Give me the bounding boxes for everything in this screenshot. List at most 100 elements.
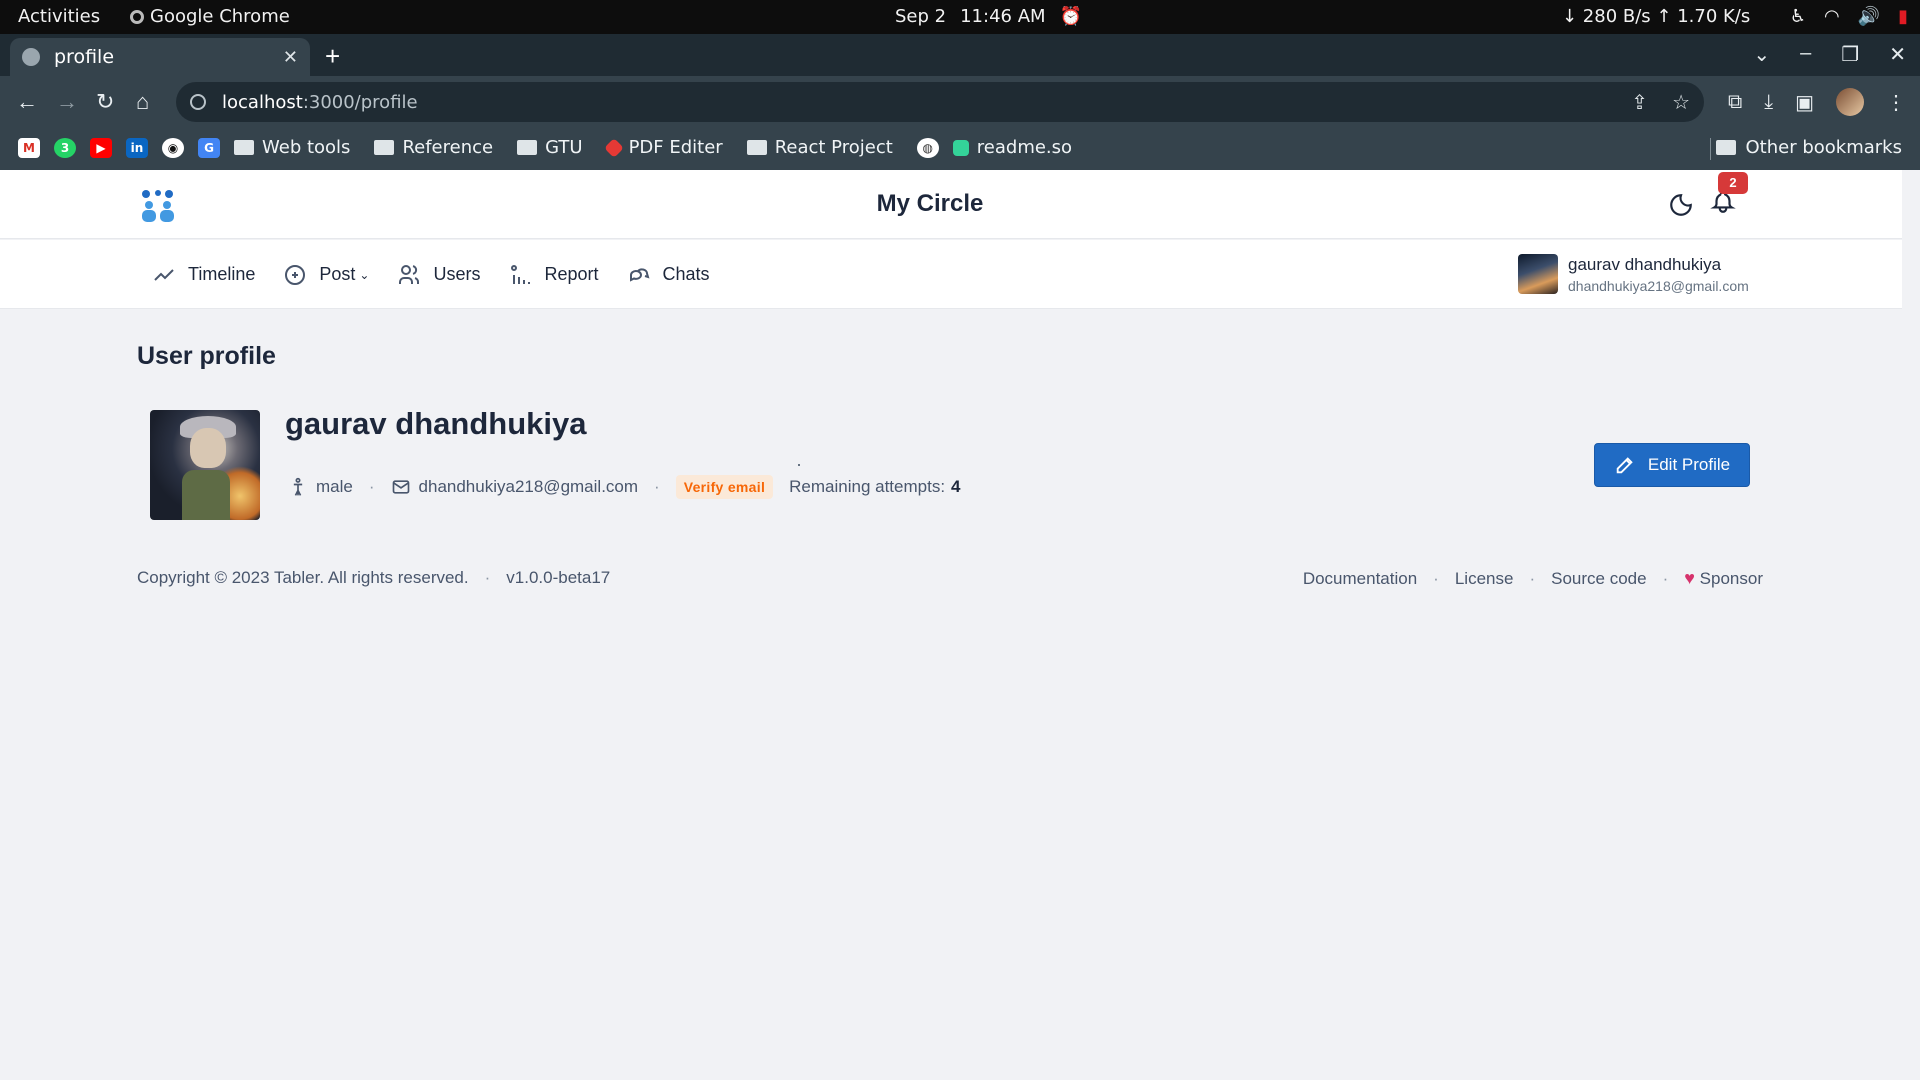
reload-icon[interactable]: ↻ bbox=[96, 89, 114, 115]
user-email: dhandhukiya218@gmail.com bbox=[1568, 277, 1749, 294]
page-content: My Circle 2 Timeline Post ⌄ Users Report… bbox=[0, 170, 1902, 1080]
profile-email: dhandhukiya218@gmail.com bbox=[418, 477, 639, 496]
separator: · bbox=[654, 477, 660, 496]
nav-chats[interactable]: Chats bbox=[627, 263, 710, 287]
other-bookmarks-label: Other bookmarks bbox=[1745, 137, 1902, 158]
nav-report[interactable]: Report bbox=[508, 263, 599, 287]
url-host: localhost bbox=[222, 91, 303, 113]
tab-title: profile bbox=[54, 46, 115, 68]
report-icon bbox=[511, 264, 531, 284]
user-name: gaurav dhandhukiya bbox=[1568, 254, 1722, 274]
edit-profile-button[interactable]: Edit Profile bbox=[1594, 443, 1750, 487]
bookmark-readme[interactable]: readme.so bbox=[952, 137, 1072, 158]
profile-avatar bbox=[150, 410, 260, 520]
bookmark-pdf-editer[interactable]: PDF Editer bbox=[603, 137, 723, 158]
bookmark-reference[interactable]: Reference bbox=[374, 137, 493, 158]
app-brand[interactable]: My Circle bbox=[0, 190, 1860, 218]
nav-menu: Timeline Post ⌄ Users Report Chats bbox=[152, 240, 710, 309]
profile-gender: male bbox=[316, 477, 353, 496]
scrollbar-gutter bbox=[1902, 170, 1920, 1080]
profile-avatar-icon[interactable] bbox=[1836, 88, 1864, 116]
system-top-bar: Activities Google Chrome Sep 2 11:46 AM … bbox=[0, 0, 1920, 34]
separator: · bbox=[1529, 568, 1536, 588]
close-window-icon[interactable]: ✕ bbox=[1889, 42, 1906, 67]
forward-icon[interactable]: → bbox=[56, 89, 78, 115]
tab-profile[interactable]: profile ✕ bbox=[10, 38, 310, 76]
volume-icon[interactable]: 🔊 bbox=[1858, 6, 1880, 27]
chrome-icon bbox=[130, 9, 144, 24]
window-controls: ⌄ – ❐ ✕ bbox=[1753, 42, 1906, 67]
bookmark-label: Reference bbox=[402, 137, 494, 158]
remaining-attempts-label: Remaining attempts: bbox=[789, 477, 946, 496]
bookmarks-bar: M 3 ▶ in ◉ G Web tools Reference GTU PDF… bbox=[0, 128, 1920, 170]
gmail-icon[interactable]: M bbox=[18, 137, 40, 158]
system-tray[interactable]: ♿ ◠ 🔊 ▮ bbox=[1790, 6, 1908, 27]
dark-mode-moon-icon[interactable] bbox=[1668, 192, 1694, 218]
back-icon[interactable]: ← bbox=[16, 89, 38, 115]
chevron-down-icon: ⌄ bbox=[359, 267, 370, 282]
accessibility-icon[interactable]: ♿ bbox=[1790, 6, 1806, 27]
stray-dot bbox=[798, 464, 800, 466]
restore-icon[interactable]: ❐ bbox=[1841, 42, 1859, 67]
trend-line-icon bbox=[154, 268, 174, 281]
bookmark-react-project[interactable]: React Project bbox=[746, 137, 893, 158]
battery-icon[interactable]: ▮ bbox=[1898, 6, 1908, 27]
nav-post[interactable]: Post ⌄ bbox=[283, 263, 369, 287]
sponsor-link[interactable]: ♥ Sponsor bbox=[1684, 568, 1763, 589]
nav-users[interactable]: Users bbox=[397, 263, 480, 287]
site-info-icon[interactable] bbox=[190, 94, 206, 110]
bookmark-gtu[interactable]: GTU bbox=[517, 137, 583, 158]
tab-strip: profile ✕ + ⌄ – ❐ ✕ bbox=[0, 34, 1920, 76]
extensions-icon[interactable]: ⧉ bbox=[1728, 91, 1742, 114]
linkedin-icon[interactable]: in bbox=[126, 137, 148, 158]
bookmark-label: PDF Editer bbox=[628, 137, 723, 158]
download-icon[interactable]: ⤓ bbox=[1764, 91, 1773, 114]
sponsor-label: Sponsor bbox=[1699, 569, 1763, 588]
separator: · bbox=[484, 568, 491, 587]
chat-icon bbox=[629, 267, 649, 282]
nav-label: Report bbox=[544, 264, 599, 284]
tab-search-icon[interactable]: ⌄ bbox=[1753, 42, 1770, 67]
edit-profile-label: Edit Profile bbox=[1647, 455, 1731, 474]
heart-icon: ♥ bbox=[1684, 568, 1695, 588]
browser-toolbar: ← → ↻ ⌂ localhost:3000/profile ⇪ ☆ ⧉ ⤓ ▣… bbox=[0, 76, 1920, 128]
menu-kebab-icon[interactable]: ⋮ bbox=[1886, 90, 1906, 115]
documentation-link[interactable]: Documentation bbox=[1303, 569, 1417, 589]
mail-icon bbox=[392, 480, 409, 494]
nav-timeline[interactable]: Timeline bbox=[152, 263, 255, 287]
wifi-icon[interactable]: ◠ bbox=[1824, 6, 1840, 27]
bookmark-star-icon[interactable]: ☆ bbox=[1672, 90, 1690, 114]
bookmark-web-tools[interactable]: Web tools bbox=[234, 137, 350, 158]
close-tab-icon[interactable]: ✕ bbox=[283, 47, 298, 68]
youtube-icon[interactable]: ▶ bbox=[90, 137, 112, 158]
separator: · bbox=[1433, 568, 1439, 588]
google-translate-icon[interactable]: G bbox=[198, 137, 220, 158]
verify-email-badge[interactable]: Verify email bbox=[675, 475, 774, 499]
version-link[interactable]: v1.0.0-beta17 bbox=[506, 568, 610, 588]
source-code-link[interactable]: Source code bbox=[1551, 569, 1646, 589]
home-icon[interactable]: ⌂ bbox=[136, 89, 149, 115]
github-icon[interactable]: ◉ bbox=[162, 137, 184, 158]
remaining-attempts-value: 4 bbox=[951, 477, 961, 496]
whatsapp-icon[interactable]: 3 bbox=[54, 137, 76, 158]
minimize-icon[interactable]: – bbox=[1800, 42, 1811, 67]
share-icon[interactable]: ⇪ bbox=[1631, 90, 1648, 114]
folder-icon bbox=[517, 140, 538, 155]
globe-bookmark-icon[interactable]: ◍ bbox=[916, 137, 939, 158]
other-bookmarks[interactable]: Other bookmarks bbox=[1715, 137, 1902, 158]
app-menu[interactable]: Google Chrome bbox=[130, 6, 290, 27]
license-link[interactable]: License bbox=[1455, 569, 1514, 589]
clock[interactable]: Sep 2 11:46 AM ⏰ bbox=[895, 6, 1082, 27]
url-path: :3000/profile bbox=[302, 91, 418, 113]
side-panel-icon[interactable]: ▣ bbox=[1795, 90, 1814, 115]
user-menu[interactable]: gaurav dhandhukiya dhandhukiya218@gmail.… bbox=[1518, 254, 1749, 294]
profile-name: gaurav dhandhukiya bbox=[285, 406, 587, 441]
profile-meta: male · dhandhukiya218@gmail.com · Verify… bbox=[288, 475, 961, 499]
new-tab-icon[interactable]: + bbox=[325, 41, 340, 72]
plus-circle-icon bbox=[285, 264, 306, 285]
nav-label: Users bbox=[433, 264, 481, 284]
address-bar[interactable]: localhost:3000/profile ⇪ ☆ bbox=[176, 82, 1704, 122]
activities-button[interactable]: Activities bbox=[18, 6, 100, 27]
pdf-icon bbox=[603, 137, 624, 158]
nav-label: Timeline bbox=[188, 264, 256, 284]
